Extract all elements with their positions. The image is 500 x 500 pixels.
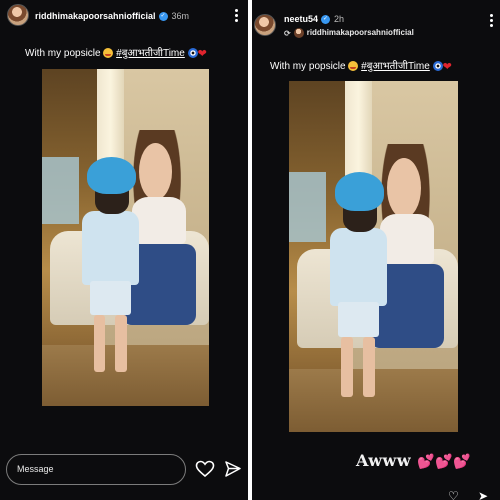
like-heart-icon[interactable] [195, 460, 215, 478]
story-caption: With my popsicle #बुआभतीजीTime ❤ [270, 58, 452, 73]
story-photo [289, 81, 458, 432]
more-options-icon[interactable] [489, 14, 493, 28]
verified-icon: ✓ [321, 15, 331, 25]
verified-icon: ✓ [158, 12, 168, 22]
smiling-face-with-hearts-icon [103, 48, 114, 59]
caption-hashtag[interactable]: #बुआभतीजीTime [116, 48, 185, 59]
message-input[interactable]: Message [6, 454, 186, 485]
nazar-amulet-icon [187, 48, 198, 59]
send-icon[interactable] [224, 460, 242, 478]
send-icon[interactable]: ➤ [478, 489, 488, 500]
story-photo [42, 69, 209, 406]
timestamp: 36m [171, 11, 190, 21]
story-caption: With my popsicle #बुआभतीजीTime ❤ [25, 45, 207, 60]
reposted-from-username[interactable]: riddhimakapoorsahniofficial [307, 28, 414, 37]
avatar[interactable] [7, 4, 29, 26]
two-hearts-icon: 💕💕💕 [417, 454, 471, 470]
story-header: neetu54 ✓ 2h [284, 14, 345, 25]
caption-text: With my popsicle [25, 48, 101, 59]
sticker-text: Awww [356, 451, 412, 470]
story-header: riddhimakapoorsahniofficial ✓ 36m [35, 11, 190, 22]
red-heart-icon: ❤ [197, 47, 207, 60]
story-panel-left: riddhimakapoorsahniofficial ✓ 36m With my … [0, 0, 248, 500]
nazar-amulet-icon [432, 61, 443, 72]
like-heart-icon[interactable]: ♡ [448, 489, 459, 500]
username[interactable]: riddhimakapoorsahniofficial [35, 11, 156, 21]
avatar[interactable] [254, 14, 276, 36]
repost-source: ⟳ riddhimakapoorsahniofficial [284, 28, 414, 38]
caption-hashtag[interactable]: #बुआभतीजीTime [361, 61, 430, 72]
more-options-icon[interactable] [234, 9, 238, 23]
username[interactable]: neetu54 [284, 14, 318, 24]
avatar [293, 28, 304, 38]
red-heart-icon: ❤ [442, 60, 452, 73]
repost-icon: ⟳ [284, 28, 291, 38]
story-panel-right: neetu54 ✓ 2h ⟳ riddhimakapoorsahniofficial … [252, 0, 500, 500]
smiling-face-with-hearts-icon [348, 61, 359, 72]
story-sticker-text: Awww 💕💕💕 [356, 451, 471, 470]
timestamp: 2h [334, 14, 345, 24]
caption-text: With my popsicle [270, 61, 346, 72]
